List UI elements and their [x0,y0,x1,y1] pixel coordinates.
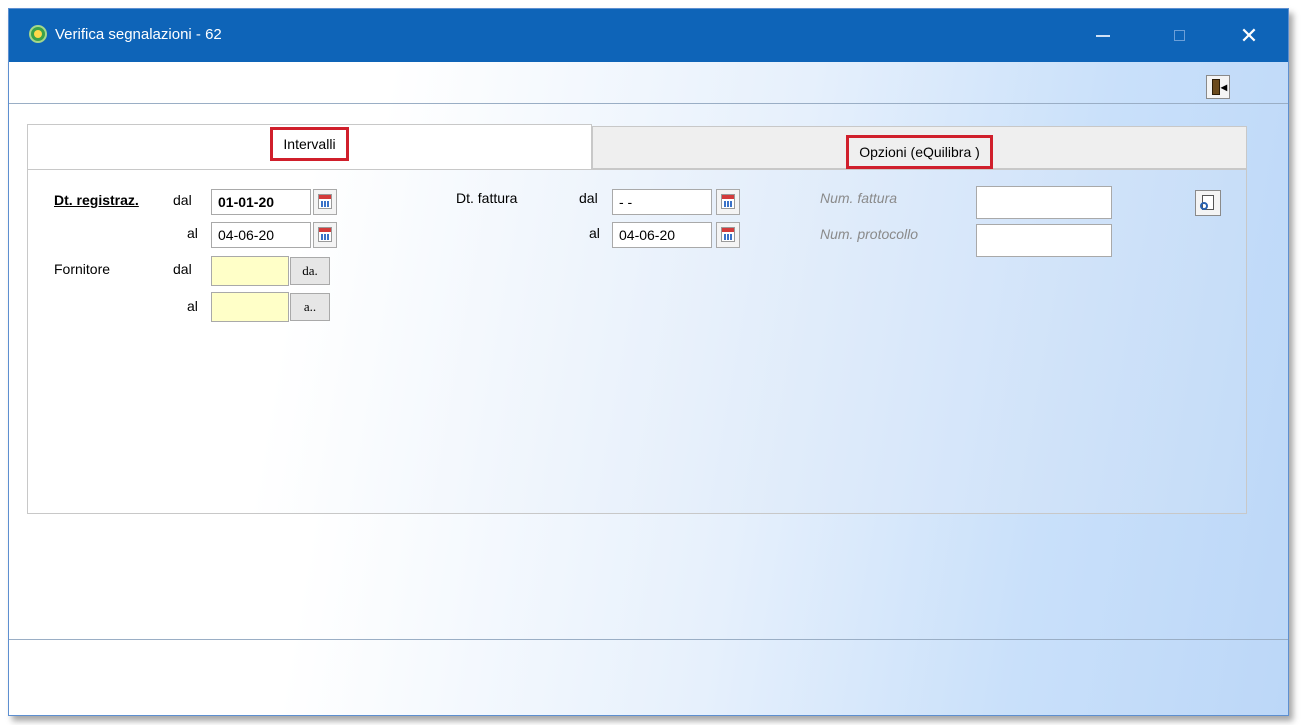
fornitore-al-input[interactable] [211,292,289,322]
status-divider [9,639,1288,640]
dt-fattura-al-input[interactable]: 04-06-20 [612,222,712,248]
minimize-button[interactable] [1069,9,1137,62]
fornitore-label: Fornitore [54,261,111,277]
num-protocollo-input[interactable] [976,224,1112,257]
exit-arrow-icon: ◂ [1221,80,1228,94]
dt-registraz-al-label: al [187,225,198,241]
dt-fattura-al-calendar-button[interactable] [716,222,740,248]
dt-registraz-al-calendar-button[interactable] [313,222,337,248]
fornitore-da-button[interactable]: da. [290,257,330,285]
calendar-icon [318,194,332,209]
maximize-icon [1173,30,1185,42]
exit-door-icon [1212,79,1220,95]
tab-intervalli[interactable]: Intervalli [27,124,592,169]
num-protocollo-label: Num. protocollo [820,226,919,242]
fornitore-al-label: al [187,298,198,314]
tab-panel: Intervalli Opzioni (eQuilibra ) Dt. regi… [27,124,1247,514]
dt-fattura-dal-label: dal [579,190,598,206]
dt-registraz-dal-input[interactable]: 01-01-20 [211,189,311,215]
dt-fattura-al-label: al [589,225,600,241]
num-fattura-input[interactable] [976,186,1112,219]
dt-registraz-label: Dt. registraz. [54,192,139,208]
fornitore-a-button[interactable]: a.. [290,293,330,321]
search-button[interactable] [1195,190,1221,216]
num-fattura-label: Num. fattura [820,190,898,206]
title-bar[interactable]: Verifica segnalazioni - 62 ✕ [9,9,1288,62]
window-title: Verifica segnalazioni - 62 [55,26,222,43]
fornitore-dal-input[interactable] [211,256,289,286]
calendar-icon [318,227,332,242]
maximize-button[interactable] [1145,9,1213,62]
tab-intervalli-label: Intervalli [270,127,349,161]
minimize-icon [1096,34,1110,37]
fornitore-dal-label: dal [173,261,192,277]
toolbar: ◂ [9,62,1288,104]
tab-opzioni[interactable]: Opzioni (eQuilibra ) [592,126,1247,169]
dt-fattura-dal-input[interactable]: - - [612,189,712,215]
dt-fattura-label: Dt. fattura [456,190,518,206]
dt-fattura-dal-calendar-button[interactable] [716,189,740,215]
close-button[interactable]: ✕ [1215,9,1283,62]
main-window: Verifica segnalazioni - 62 ✕ ◂ Intervall… [8,8,1289,716]
dt-registraz-dal-label: dal [173,192,192,208]
tab-content-intervalli: Dt. registraz. dal 01-01-20 al 04-06-20 … [27,169,1247,514]
tab-opzioni-label: Opzioni (eQuilibra ) [846,135,993,169]
calendar-icon [721,227,735,242]
dt-registraz-dal-calendar-button[interactable] [313,189,337,215]
exit-button[interactable]: ◂ [1206,75,1230,99]
app-logo-icon [29,25,47,43]
close-icon: ✕ [1239,23,1259,48]
magnifier-icon [1200,202,1208,210]
dt-registraz-al-input[interactable]: 04-06-20 [211,222,311,248]
calendar-icon [721,194,735,209]
